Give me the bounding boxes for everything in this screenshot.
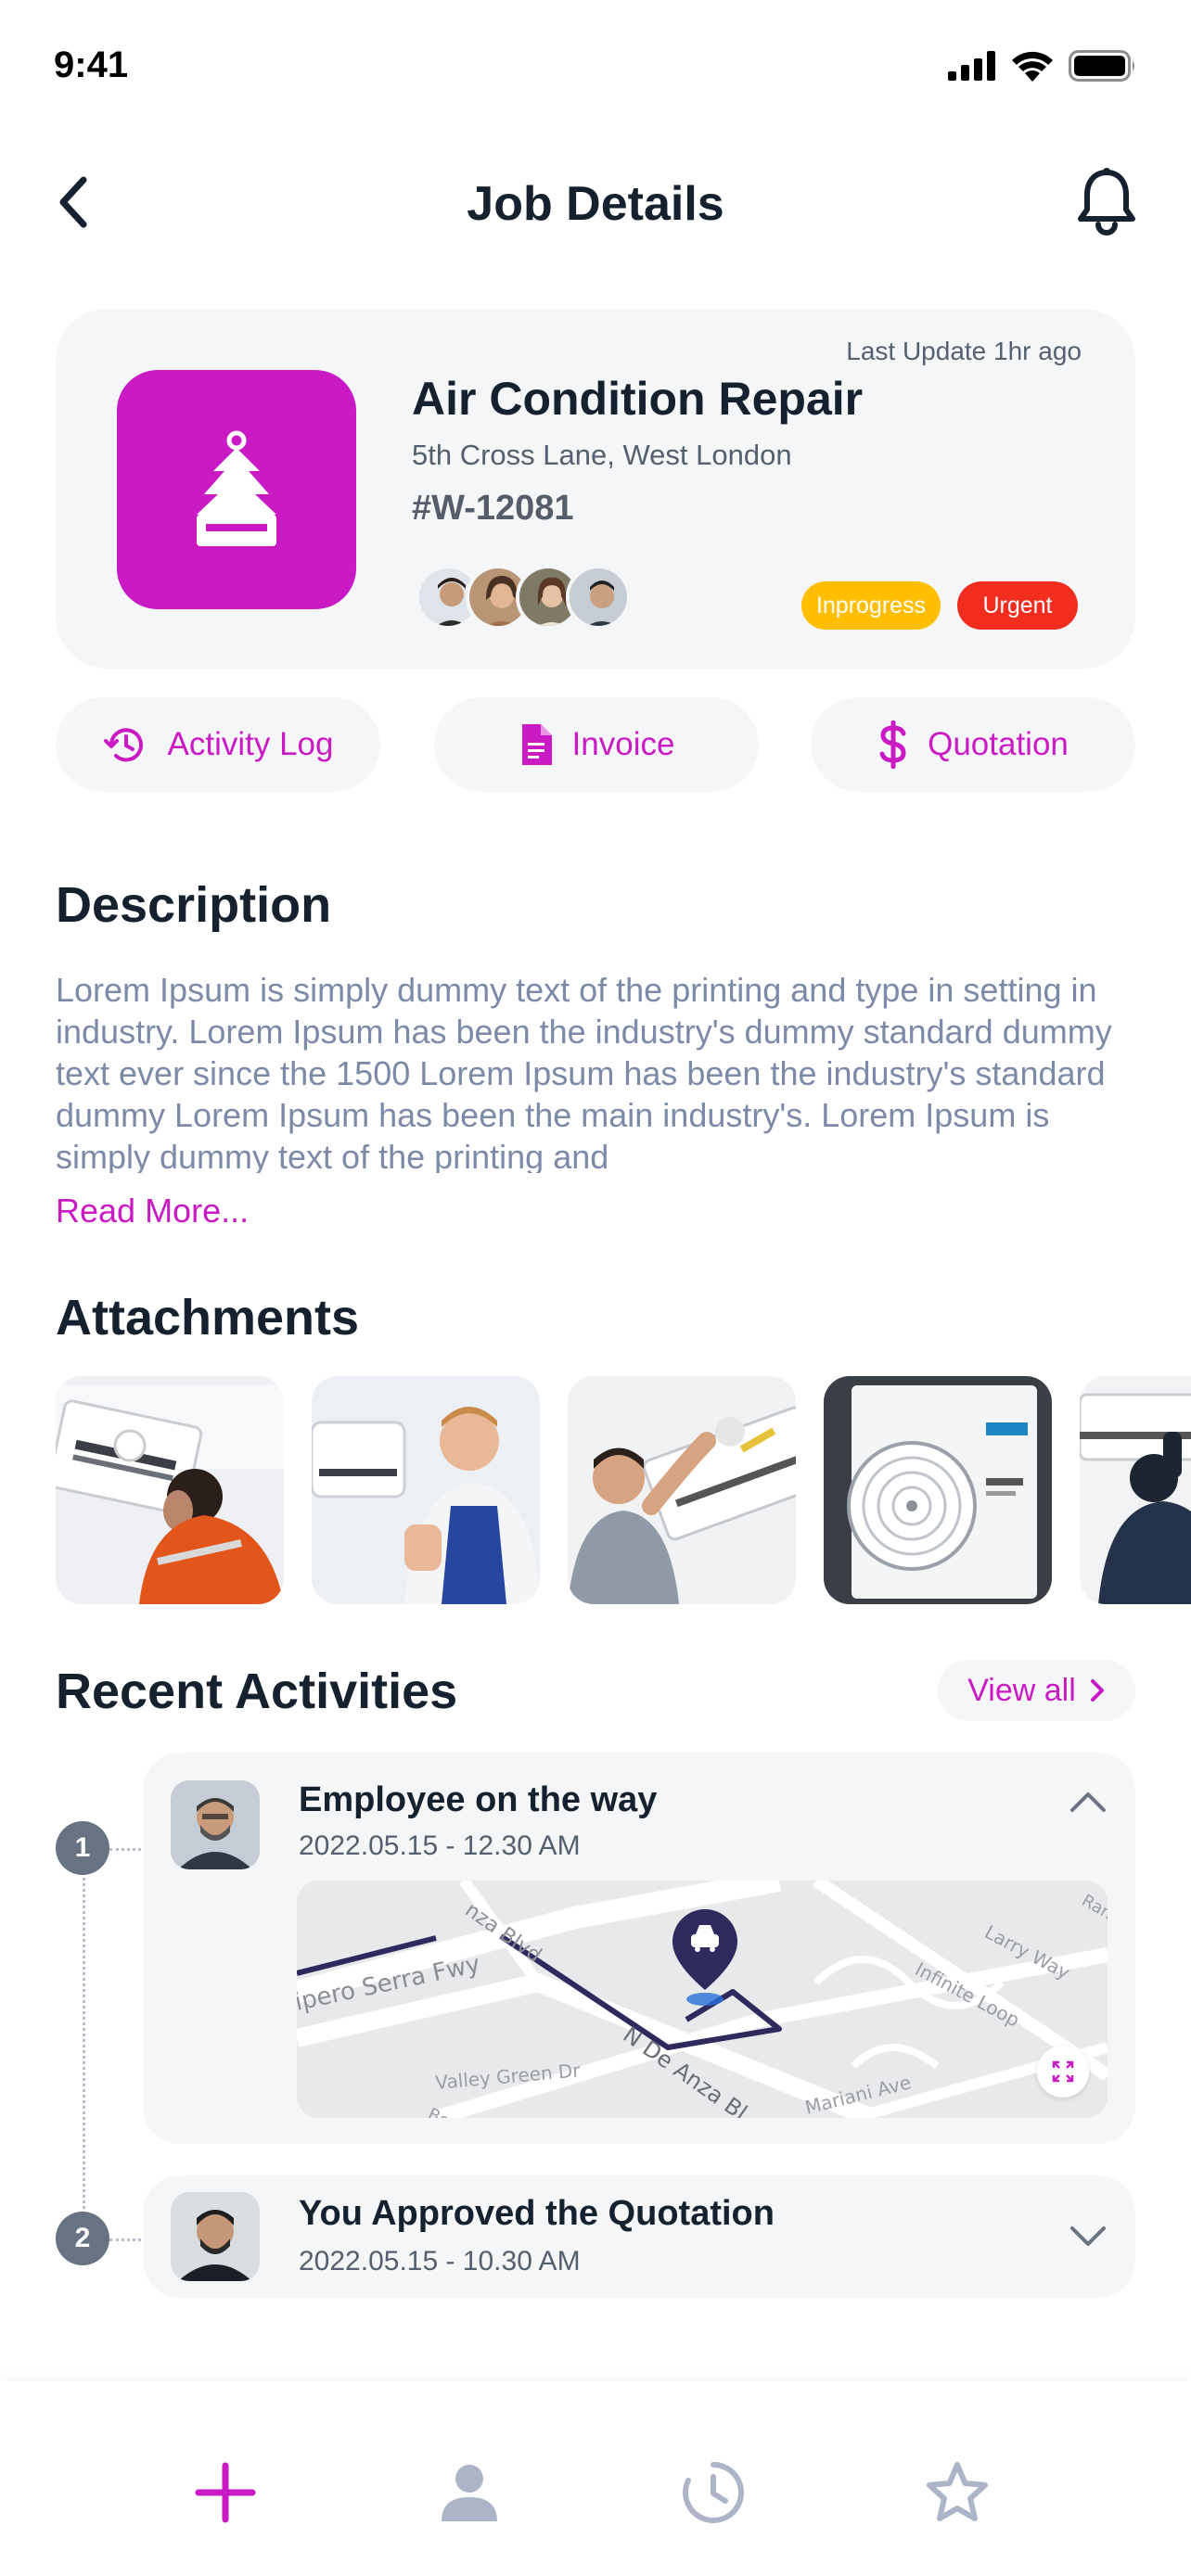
job-category-icon [117,370,356,609]
description-title: Description [56,877,332,933]
user-icon [442,2465,497,2521]
timeline-step-number: 2 [56,2212,109,2265]
activity-log-label: Activity Log [167,726,334,762]
invoice-label: Invoice [571,726,675,762]
dollar-icon [879,721,906,769]
bottom-navigation [0,2381,1191,2576]
page-title: Job Details [467,177,724,231]
nav-favorites[interactable] [911,2446,1004,2539]
collapse-button[interactable] [1065,1779,1111,1825]
attachment-thumbnail[interactable] [824,1376,1052,1604]
activity-card[interactable]: You Approved the Quotation 2022.05.15 - … [143,2175,1135,2298]
view-all-label: View all [967,1672,1076,1708]
priority-badge: Urgent [957,581,1078,630]
job-code: #W-12081 [412,489,574,528]
read-more-link[interactable]: Read More... [56,1192,249,1231]
activity-card[interactable]: Employee on the way 2022.05.15 - 12.30 A… [143,1753,1135,2144]
battery-icon [1069,50,1134,82]
activity-log-button[interactable]: Activity Log [56,697,380,792]
bell-icon [1078,168,1135,236]
nav-add[interactable] [179,2446,272,2539]
status-badge: Inprogress [801,581,941,630]
chevron-right-icon [1090,1679,1104,1702]
expand-button[interactable] [1065,2213,1111,2260]
nav-profile[interactable] [423,2446,516,2539]
document-icon [521,724,552,765]
timeline-line [83,1849,85,2238]
route-map[interactable]: nza Blvd ipero Serra Fwy Valley Green Dr… [297,1881,1108,2118]
attachments-list[interactable] [56,1376,1191,1604]
activity-date: 2022.05.15 - 12.30 AM [299,1830,581,1861]
last-update: Last Update 1hr ago [846,337,1082,365]
assignee-avatars[interactable] [416,565,631,630]
nav-history[interactable] [667,2446,760,2539]
map-view: nza Blvd ipero Serra Fwy Valley Green Dr… [297,1881,1108,2118]
attachment-thumbnail[interactable] [568,1376,796,1604]
header: Job Details [0,158,1191,250]
clock-icon [683,2462,744,2523]
chevron-down-icon [1070,2226,1106,2246]
quotation-button[interactable]: Quotation [811,697,1135,792]
avatar [171,1780,260,1869]
air-freshener-icon [197,430,276,546]
quotation-label: Quotation [928,726,1069,762]
timeline-step-number: 1 [56,1821,109,1875]
job-card: Last Update 1hr ago Air Condition Repair… [56,309,1135,669]
attachment-thumbnail[interactable] [1080,1376,1191,1604]
job-address: 5th Cross Lane, West London [412,439,792,471]
view-all-button[interactable]: View all [938,1660,1135,1721]
expand-icon [1052,2060,1074,2083]
plus-icon [195,2462,256,2523]
chevron-up-icon [1070,1792,1106,1812]
timeline-connector [109,2238,141,2241]
description-text: Lorem Ipsum is simply dummy text of the … [56,971,1112,1173]
status-icons [948,50,1137,82]
invoice-button[interactable]: Invoice [434,697,759,792]
timeline-connector [109,1848,141,1851]
notifications-button[interactable] [1074,168,1139,236]
expand-map-button[interactable] [1037,2046,1089,2098]
attachment-thumbnail[interactable] [312,1376,540,1604]
star-icon [927,2462,988,2521]
signal-icon [948,51,995,81]
job-title: Air Condition Repair [412,373,864,425]
activity-date: 2022.05.15 - 10.30 AM [299,2246,581,2276]
wifi-icon [1012,51,1053,82]
recent-activities-title: Recent Activities [56,1664,458,1719]
status-time: 9:41 [54,45,129,85]
attachment-thumbnail[interactable] [56,1376,284,1604]
attachments-title: Attachments [56,1290,360,1345]
activity-title: You Approved the Quotation [299,2194,775,2233]
status-bar: 9:41 [0,0,1191,130]
activity-title: Employee on the way [299,1780,658,1819]
avatar [171,2192,260,2281]
avatar [566,565,631,630]
history-icon [103,728,143,762]
